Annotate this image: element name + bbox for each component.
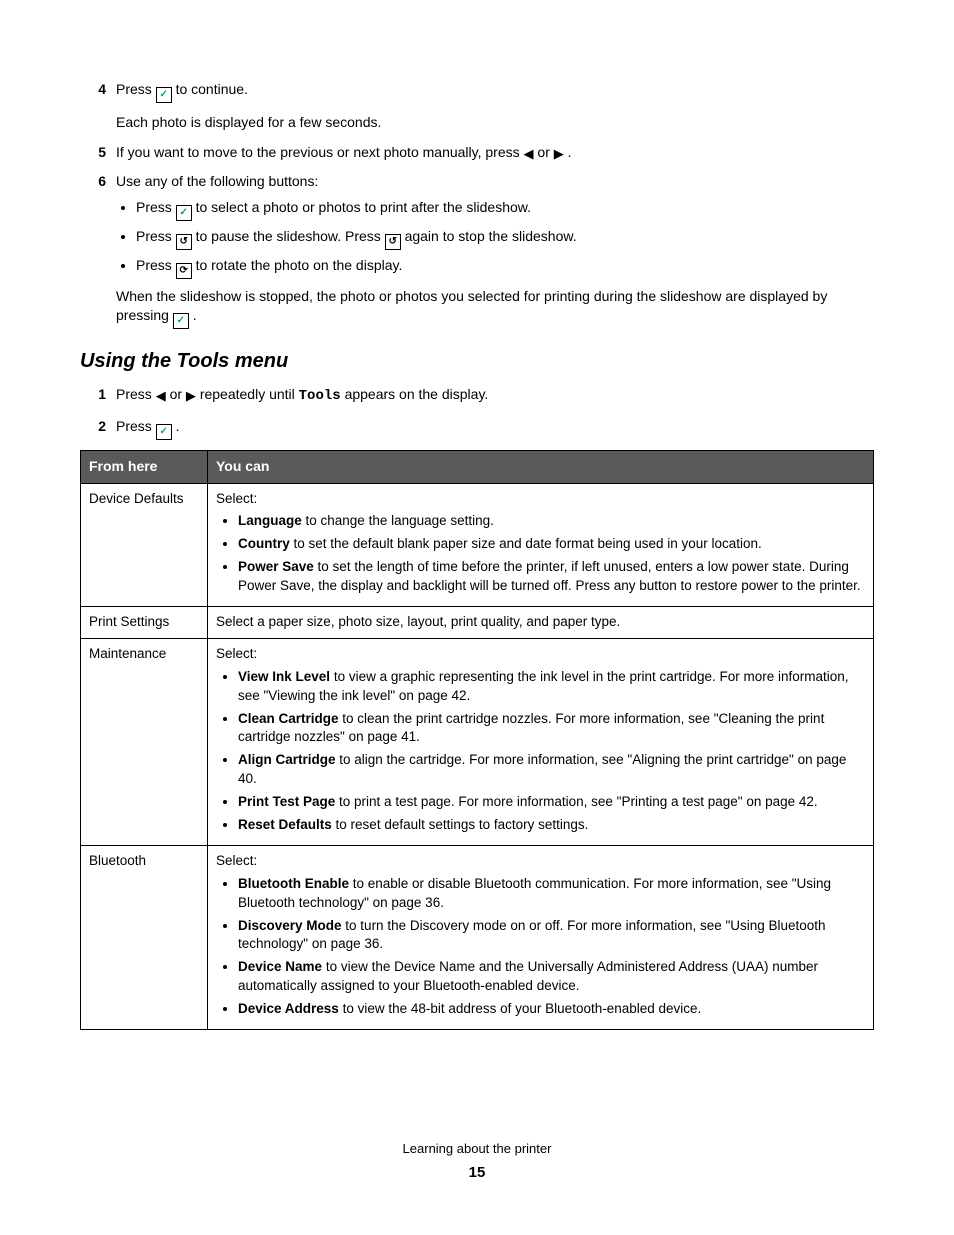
- left-arrow-icon: [524, 147, 534, 160]
- list-item: Language to change the language setting.: [238, 512, 865, 531]
- step-6: 6 Use any of the following buttons: Pres…: [80, 172, 874, 329]
- text: to pause the slideshow. Press: [196, 228, 385, 244]
- row-content: Select: Bluetooth Enable to enable or di…: [208, 845, 874, 1029]
- row-label: Print Settings: [81, 607, 208, 639]
- text: or: [537, 144, 553, 160]
- tools-step-1: 1 Press or repeatedly until Tools appear…: [80, 385, 874, 407]
- text: If you want to move to the previous or n…: [116, 144, 524, 160]
- step-number: 1: [80, 385, 116, 407]
- text: or: [170, 386, 186, 402]
- text: Press: [136, 257, 176, 273]
- row-label: Device Defaults: [81, 483, 208, 606]
- table-row: Bluetooth Select: Bluetooth Enable to en…: [81, 845, 874, 1029]
- step-4: 4 Press to continue.: [80, 80, 874, 103]
- text: to rotate the photo on the display.: [196, 257, 403, 273]
- list-item: Country to set the default blank paper s…: [238, 535, 865, 554]
- right-arrow-icon: [186, 389, 196, 402]
- step-body: Press .: [116, 417, 874, 440]
- text: again to stop the slideshow.: [405, 228, 577, 244]
- text: Press: [116, 81, 156, 97]
- left-arrow-icon: [156, 389, 166, 402]
- step-body: Press to continue.: [116, 80, 874, 103]
- list-item: View Ink Level to view a graphic represe…: [238, 668, 865, 706]
- back-icon: [176, 234, 192, 250]
- table-header-from-here: From here: [81, 450, 208, 483]
- text: Use any of the following buttons:: [116, 173, 318, 189]
- table-row: Print Settings Select a paper size, phot…: [81, 607, 874, 639]
- text: Press: [136, 199, 176, 215]
- check-icon: [156, 424, 172, 440]
- tools-step-2: 2 Press .: [80, 417, 874, 440]
- step-body: If you want to move to the previous or n…: [116, 143, 874, 163]
- list-item: Reset Defaults to reset default settings…: [238, 816, 865, 835]
- list-item: Power Save to set the length of time bef…: [238, 558, 865, 596]
- list-item: Press to pause the slideshow. Press agai…: [136, 227, 874, 250]
- page-number: 15: [80, 1162, 874, 1183]
- text: to select a photo or photos to print aft…: [196, 199, 531, 215]
- step-6-after: When the slideshow is stopped, the photo…: [116, 287, 874, 330]
- table-row: Maintenance Select: View Ink Level to vi…: [81, 638, 874, 845]
- footer-text: Learning about the printer: [80, 1140, 874, 1158]
- step-body: Use any of the following buttons: Press …: [116, 172, 874, 329]
- text: Select:: [216, 491, 257, 506]
- check-icon: [173, 313, 189, 329]
- list-item: Press to rotate the photo on the display…: [136, 256, 874, 279]
- right-arrow-icon: [554, 147, 564, 160]
- step-number: 6: [80, 172, 116, 329]
- rotate-icon: [176, 263, 192, 279]
- text: to continue.: [176, 81, 248, 97]
- list-item: Discovery Mode to turn the Discovery mod…: [238, 917, 865, 955]
- text: repeatedly until: [200, 386, 299, 402]
- row-content: Select a paper size, photo size, layout,…: [208, 607, 874, 639]
- step-6-bullets: Press to select a photo or photos to pri…: [116, 198, 874, 279]
- list-item: Device Name to view the Device Name and …: [238, 958, 865, 996]
- tools-label: Tools: [299, 388, 341, 404]
- text: .: [568, 144, 572, 160]
- tools-table: From here You can Device Defaults Select…: [80, 450, 874, 1030]
- step-4-after: Each photo is displayed for a few second…: [116, 113, 874, 133]
- list-item: Device Address to view the 48-bit addres…: [238, 1000, 865, 1019]
- check-icon: [156, 87, 172, 103]
- page-footer: Learning about the printer 15: [80, 1140, 874, 1183]
- step-number: 5: [80, 143, 116, 163]
- step-5: 5 If you want to move to the previous or…: [80, 143, 874, 163]
- section-heading: Using the Tools menu: [80, 347, 874, 375]
- check-icon: [176, 205, 192, 221]
- list-item: Bluetooth Enable to enable or disable Bl…: [238, 875, 865, 913]
- text: Press: [136, 228, 176, 244]
- list-item: Clean Cartridge to clean the print cartr…: [238, 710, 865, 748]
- table-header-you-can: You can: [208, 450, 874, 483]
- row-content: Select: View Ink Level to view a graphic…: [208, 638, 874, 845]
- list-item: Align Cartridge to align the cartridge. …: [238, 751, 865, 789]
- text: Select:: [216, 646, 257, 661]
- text: .: [176, 418, 180, 434]
- text: .: [193, 307, 197, 323]
- row-label: Maintenance: [81, 638, 208, 845]
- text: Press: [116, 386, 156, 402]
- text: appears on the display.: [345, 386, 489, 402]
- row-label: Bluetooth: [81, 845, 208, 1029]
- step-body: Press or repeatedly until Tools appears …: [116, 385, 874, 407]
- text: Select:: [216, 853, 257, 868]
- row-content: Select: Language to change the language …: [208, 483, 874, 606]
- step-number: 2: [80, 417, 116, 440]
- list-item: Press to select a photo or photos to pri…: [136, 198, 874, 221]
- table-row: Device Defaults Select: Language to chan…: [81, 483, 874, 606]
- list-item: Print Test Page to print a test page. Fo…: [238, 793, 865, 812]
- step-number: 4: [80, 80, 116, 103]
- text: Press: [116, 418, 156, 434]
- back-icon: [385, 234, 401, 250]
- text: When the slideshow is stopped, the photo…: [116, 288, 827, 324]
